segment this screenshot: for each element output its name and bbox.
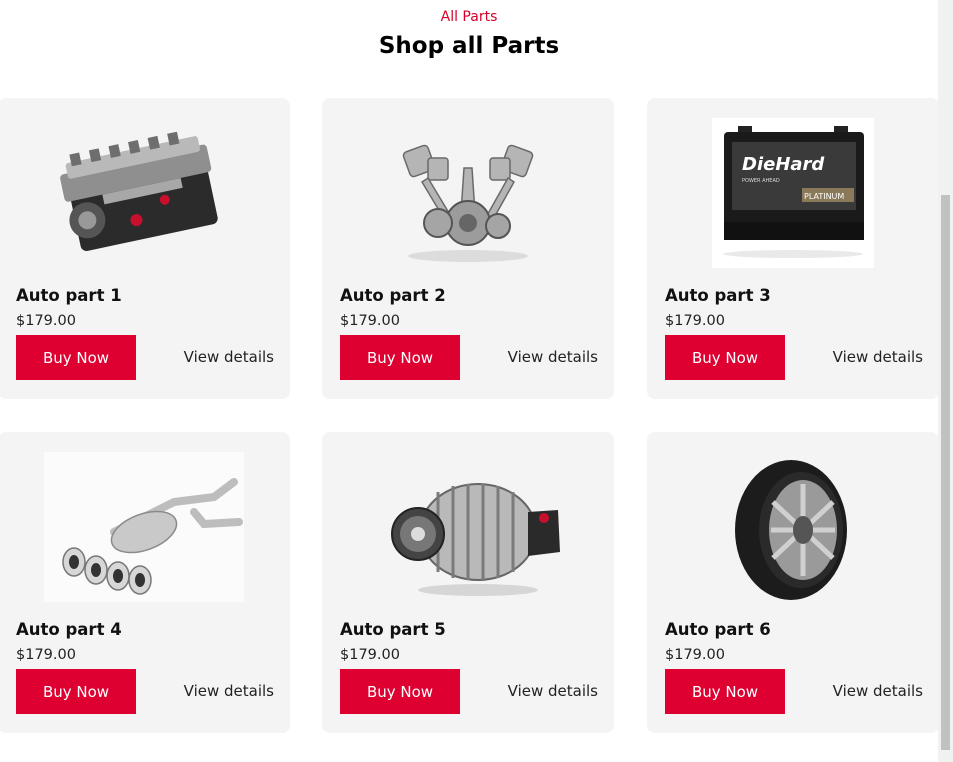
product-name: Auto part 2 [340,286,446,305]
product-card: Auto part 4 $179.00 Buy Now View details [0,432,290,733]
product-name: Auto part 3 [665,286,771,305]
product-card: Auto part 6 $179.00 Buy Now View details [647,432,939,733]
product-card: Auto part 1 $179.00 Buy Now View details [0,98,290,399]
scrollbar-thumb[interactable] [941,195,950,750]
product-price: $179.00 [665,647,725,663]
product-name: Auto part 6 [665,620,771,639]
product-price: $179.00 [16,313,76,329]
alternator-image [368,452,568,602]
product-price: $179.00 [340,647,400,663]
buy-now-button[interactable]: Buy Now [665,335,785,380]
battery-brand-logo: DieHard [742,154,825,175]
buy-now-button[interactable]: Buy Now [16,335,136,380]
exhaust-system-image [44,452,244,602]
section-eyebrow: All Parts [440,9,498,25]
engine-image [44,118,244,268]
product-price: $179.00 [340,313,400,329]
product-card: Auto part 5 $179.00 Buy Now View details [322,432,614,733]
product-name: Auto part 5 [340,620,446,639]
buy-now-button[interactable]: Buy Now [340,335,460,380]
view-details-link[interactable]: View details [482,682,598,700]
battery-grade: PLATINUM [804,192,844,201]
page-title: Shop all Parts [378,33,560,59]
buy-now-button[interactable]: Buy Now [340,669,460,714]
car-battery-image: DieHard POWER AHEAD PLATINUM [712,118,874,268]
battery-tagline: POWER AHEAD [742,178,780,184]
view-details-link[interactable]: View details [807,348,923,366]
buy-now-button[interactable]: Buy Now [16,669,136,714]
view-details-link[interactable]: View details [158,682,274,700]
product-price: $179.00 [665,313,725,329]
tire-image [693,452,893,602]
product-name: Auto part 1 [16,286,122,305]
product-card: Auto part 2 $179.00 Buy Now View details [322,98,614,399]
product-card: DieHard POWER AHEAD PLATINUM Auto part 3… [647,98,939,399]
view-details-link[interactable]: View details [807,682,923,700]
vertical-scrollbar[interactable] [938,0,953,762]
view-details-link[interactable]: View details [482,348,598,366]
buy-now-button[interactable]: Buy Now [665,669,785,714]
view-details-link[interactable]: View details [158,348,274,366]
product-name: Auto part 4 [16,620,122,639]
pistons-crankshaft-image [368,118,568,268]
product-price: $179.00 [16,647,76,663]
